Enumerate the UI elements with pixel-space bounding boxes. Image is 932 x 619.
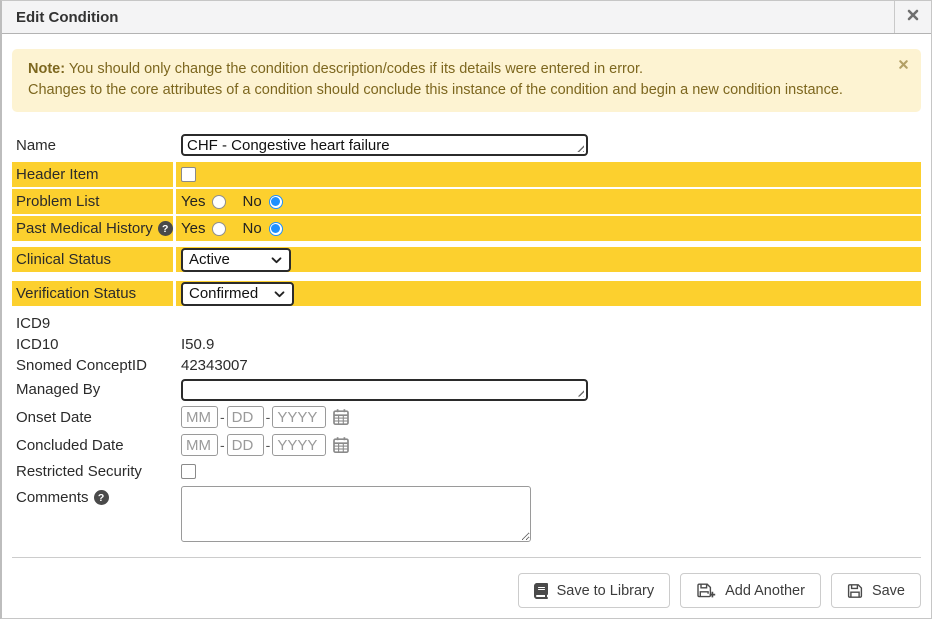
concluded-date-row: Concluded Date - -: [12, 431, 921, 459]
save-to-library-button[interactable]: Save to Library: [518, 573, 671, 608]
concluded-month-input[interactable]: [181, 434, 218, 456]
problem-list-row: Problem List Yes No: [12, 189, 921, 214]
close-button[interactable]: [894, 1, 931, 33]
pmh-yes-label: Yes: [181, 220, 205, 237]
concluded-calendar-icon[interactable]: [332, 436, 350, 454]
note-banner: Note: You should only change the conditi…: [12, 49, 921, 112]
onset-day-input[interactable]: [227, 406, 264, 428]
note-prefix: Note:: [28, 61, 65, 77]
pmh-no-label: No: [242, 220, 261, 237]
problem-list-yes-label: Yes: [181, 193, 205, 210]
edit-condition-dialog: Edit Condition Note: You should only cha…: [0, 0, 932, 619]
snomed-label: Snomed ConceptID: [12, 355, 176, 376]
name-row: Name: [12, 130, 921, 160]
icd9-row: ICD9: [12, 313, 921, 334]
dialog-title: Edit Condition: [2, 1, 894, 33]
icd10-label: ICD10: [12, 334, 176, 355]
date-separator: -: [220, 409, 225, 425]
past-medical-history-row: Past Medical History ? Yes No: [12, 216, 921, 241]
onset-date-row: Onset Date - -: [12, 403, 921, 431]
onset-year-input[interactable]: [272, 406, 326, 428]
save-icon: [847, 583, 863, 599]
verification-status-label: Verification Status: [12, 281, 176, 306]
icd9-label: ICD9: [12, 313, 176, 334]
concluded-day-input[interactable]: [227, 434, 264, 456]
icd10-value: I50.9: [176, 336, 921, 353]
chevron-down-icon: [274, 285, 285, 302]
concluded-year-input[interactable]: [272, 434, 326, 456]
note-dismiss-icon: [899, 60, 908, 69]
save-plus-icon: [696, 582, 716, 599]
restricted-security-row: Restricted Security: [12, 459, 921, 483]
note-dismiss-button[interactable]: [899, 60, 908, 69]
icd10-row: ICD10 I50.9: [12, 334, 921, 355]
verification-status-row: Verification Status Confirmed: [12, 281, 921, 306]
clinical-status-label: Clinical Status: [12, 247, 176, 272]
note-text-1: You should only change the condition des…: [65, 61, 643, 77]
past-medical-history-help-icon[interactable]: ?: [158, 221, 173, 236]
managed-by-input[interactable]: [181, 379, 588, 401]
comments-row: Comments ?: [12, 486, 921, 542]
book-icon: [534, 583, 548, 599]
pmh-yes-radio[interactable]: [212, 222, 226, 236]
restricted-security-checkbox[interactable]: [181, 464, 196, 479]
name-label: Name: [12, 130, 176, 160]
dialog-header: Edit Condition: [2, 1, 931, 34]
managed-by-row: Managed By: [12, 376, 921, 403]
managed-by-input-wrap: [181, 379, 588, 401]
concluded-date-label: Concluded Date: [12, 431, 176, 459]
condition-form: Name Header Item Problem List Yes No: [12, 130, 921, 542]
problem-list-label: Problem List: [12, 189, 176, 214]
name-input[interactable]: [181, 134, 588, 156]
snomed-value: 42343007: [176, 357, 921, 374]
note-line-2: Changes to the core attributes of a cond…: [28, 80, 887, 101]
header-item-label: Header Item: [12, 162, 176, 187]
close-icon: [907, 8, 919, 26]
onset-calendar-icon[interactable]: [332, 408, 350, 426]
problem-list-no-label: No: [242, 193, 261, 210]
onset-date-label: Onset Date: [12, 403, 176, 431]
verification-status-value: Confirmed: [189, 285, 258, 302]
clinical-status-value: Active: [189, 251, 230, 268]
header-item-row: Header Item: [12, 162, 921, 187]
header-item-checkbox[interactable]: [181, 167, 196, 182]
comments-help-icon[interactable]: ?: [94, 490, 109, 505]
add-another-label: Add Another: [725, 583, 805, 599]
comments-label: Comments: [16, 489, 89, 506]
comments-textarea[interactable]: [181, 486, 531, 542]
clinical-status-row: Clinical Status Active: [12, 247, 921, 272]
onset-month-input[interactable]: [181, 406, 218, 428]
pmh-no-radio[interactable]: [269, 222, 283, 236]
date-separator: -: [266, 437, 271, 453]
verification-status-select[interactable]: Confirmed: [181, 282, 294, 306]
save-label: Save: [872, 583, 905, 599]
add-another-button[interactable]: Add Another: [680, 573, 821, 608]
date-separator: -: [220, 437, 225, 453]
name-input-wrap: [181, 134, 588, 156]
dialog-footer: Save to Library Add Another: [2, 558, 931, 608]
problem-list-yes-radio[interactable]: [212, 195, 226, 209]
snomed-row: Snomed ConceptID 42343007: [12, 355, 921, 376]
note-line-1: Note: You should only change the conditi…: [28, 59, 887, 80]
chevron-down-icon: [271, 251, 282, 268]
restricted-security-label: Restricted Security: [12, 459, 176, 483]
date-separator: -: [266, 409, 271, 425]
save-to-library-label: Save to Library: [557, 583, 655, 599]
managed-by-label: Managed By: [12, 376, 176, 403]
save-button[interactable]: Save: [831, 573, 921, 608]
clinical-status-select[interactable]: Active: [181, 248, 291, 272]
problem-list-no-radio[interactable]: [269, 195, 283, 209]
past-medical-history-label: Past Medical History: [16, 220, 153, 237]
